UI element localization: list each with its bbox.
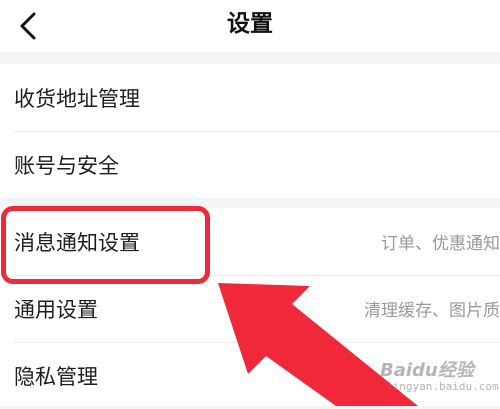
settings-row-general[interactable]: 通用设置 清理缓存、图片质 xyxy=(0,275,500,342)
row-value: 订单、优惠通知 xyxy=(381,234,500,254)
settings-group-general: 消息通知设置 订单、优惠通知 通用设置 清理缓存、图片质 隐私管理 xyxy=(0,208,500,406)
settings-row-notifications[interactable]: 消息通知设置 订单、优惠通知 xyxy=(0,208,500,275)
settings-row-privacy[interactable]: 隐私管理 xyxy=(0,342,500,409)
settings-row-account-security[interactable]: 账号与安全 xyxy=(0,131,500,198)
row-label: 隐私管理 xyxy=(14,364,98,389)
row-label: 消息通知设置 xyxy=(14,230,140,255)
row-label: 收货地址管理 xyxy=(14,86,140,111)
top-nav-bar: 设置 xyxy=(0,0,500,52)
row-value: 清理缓存、图片质 xyxy=(364,301,500,321)
settings-row-address[interactable]: 收货地址管理 xyxy=(0,64,500,131)
row-label: 通用设置 xyxy=(14,297,98,322)
settings-group-account: 收货地址管理 账号与安全 xyxy=(0,64,500,198)
page-title: 设置 xyxy=(227,11,273,37)
row-label: 账号与安全 xyxy=(14,153,119,178)
